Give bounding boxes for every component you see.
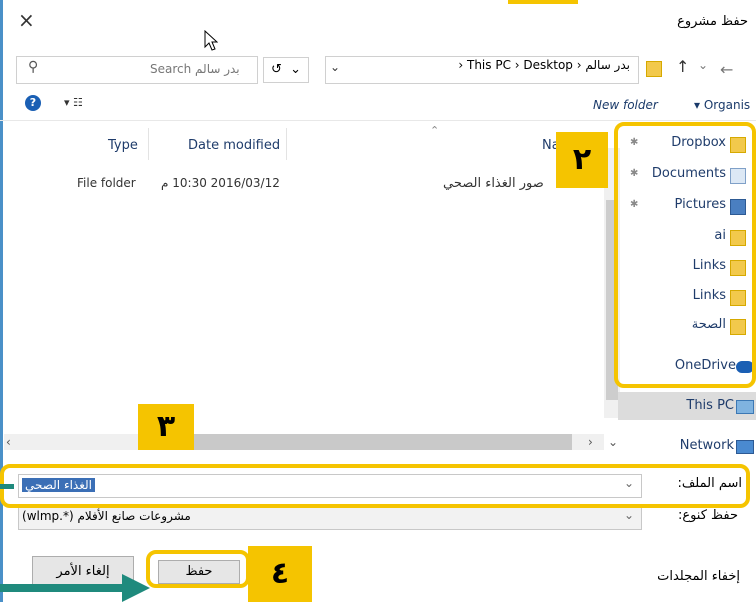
savetype-dropdown-icon[interactable]: ⌄ [624, 508, 634, 522]
refresh-dropdown-icon[interactable]: ⌄ [290, 62, 301, 77]
help-icon[interactable]: ? [25, 95, 41, 111]
step-badge-3: ٣ [138, 404, 194, 450]
computer-icon [736, 400, 754, 414]
step-badge-2: ٢ [556, 132, 608, 188]
up-arrow-icon[interactable]: ↑ [676, 57, 689, 76]
scroll-down-icon[interactable]: ⌄ [608, 435, 618, 449]
view-options-icon[interactable]: ▾ ☷ [64, 96, 83, 109]
column-type[interactable]: Type [108, 138, 138, 153]
column-date-modified[interactable]: Date modified [188, 138, 280, 153]
pointer-arrow-filename [0, 484, 14, 489]
nav-item-network[interactable]: Network [680, 438, 734, 453]
search-icon: ⚲ [28, 59, 39, 75]
highlight-strip [508, 0, 578, 4]
breadcrumb-separator: › [576, 58, 582, 72]
horizontal-scrollbar-thumb[interactable] [166, 434, 572, 450]
scroll-left-icon[interactable]: ‹ [6, 435, 11, 449]
history-dropdown-icon[interactable]: ⌄ [698, 58, 708, 72]
folder-icon [646, 61, 662, 77]
new-folder-button[interactable]: New folder [593, 98, 658, 112]
address-dropdown-icon[interactable]: ⌄ [330, 60, 340, 74]
mouse-cursor-icon [204, 30, 218, 51]
network-icon [736, 440, 754, 454]
breadcrumb-this-pc[interactable]: This PC [467, 58, 511, 72]
hide-folders-toggle[interactable]: إخفاء المجلدات [657, 569, 740, 584]
search-placeholder: Search بدر سالم [150, 62, 240, 76]
refresh-button[interactable]: ↺ ⌄ [263, 57, 309, 83]
breadcrumb-desktop[interactable]: Desktop [523, 58, 573, 72]
window-left-border [0, 0, 3, 602]
refresh-icon: ↺ [271, 62, 282, 77]
highlight-box-nav-pane [614, 122, 756, 388]
row-name[interactable]: صور الغذاء الصحي [443, 176, 544, 191]
column-separator [148, 128, 149, 160]
pointer-arrowhead-icon [122, 574, 150, 602]
row-type: File folder [77, 176, 136, 190]
dialog-title: حفظ مشروع [677, 14, 748, 29]
breadcrumb-separator: › [514, 58, 520, 72]
row-date: 2016/03/12 10:30 م [161, 176, 280, 190]
column-separator [286, 128, 287, 160]
savetype-label: حفظ كنوع: [677, 508, 738, 523]
back-arrow-icon[interactable]: ← [720, 60, 733, 79]
close-icon[interactable]: × [18, 8, 35, 32]
toolbar-divider [0, 120, 756, 121]
sort-arrow-icon: ⌃ [430, 124, 440, 137]
breadcrumb[interactable]: › This PC › Desktop › بدر سالم [345, 58, 630, 72]
step-badge-4: ٤ [248, 546, 312, 602]
savetype-value: مشروعات صانع الأفلام (*.wlmp) [22, 509, 191, 523]
pointer-arrow-save [0, 584, 126, 592]
breadcrumb-user-folder[interactable]: بدر سالم [585, 58, 630, 72]
breadcrumb-separator: › [458, 58, 464, 72]
organise-menu[interactable]: ▾ Organis [694, 98, 750, 112]
nav-item-this-pc[interactable]: This PC [686, 398, 734, 413]
highlight-box-save [146, 550, 250, 588]
scroll-right-icon[interactable]: › [588, 435, 593, 449]
highlight-box-filename [0, 464, 750, 508]
